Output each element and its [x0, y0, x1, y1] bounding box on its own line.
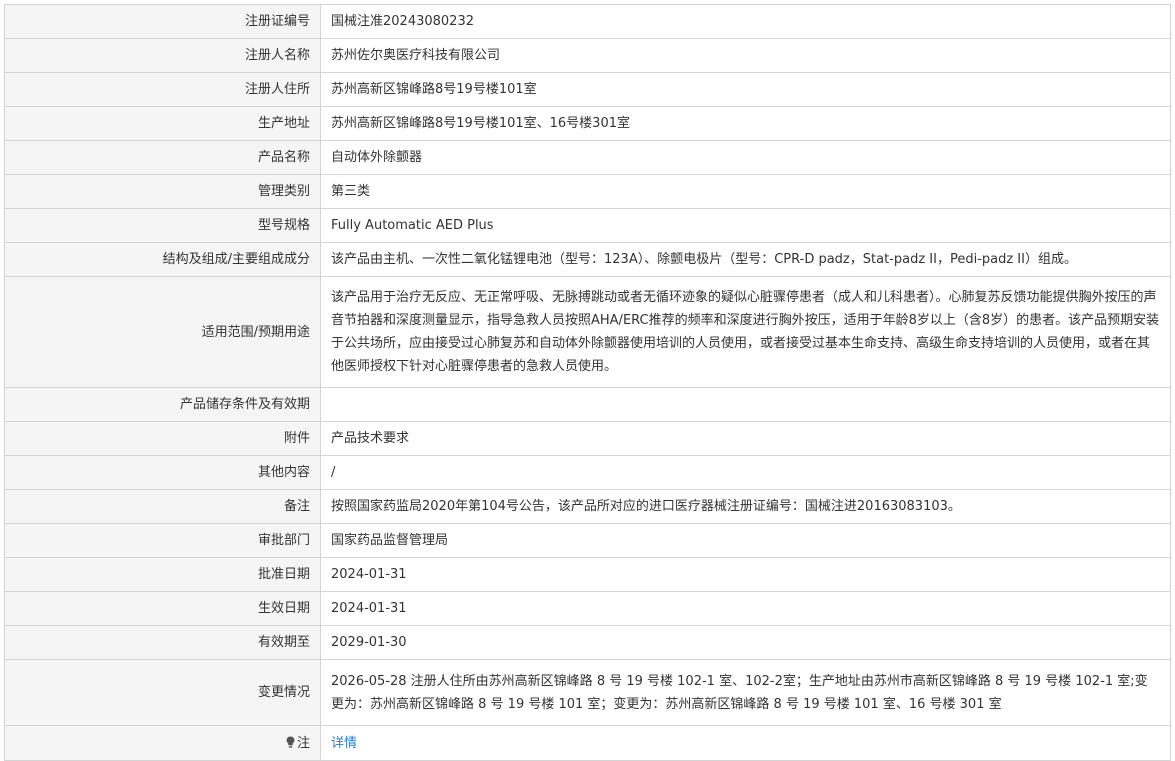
- row-value: 该产品用于治疗无反应、无正常呼吸、无脉搏跳动或者无循环迹象的疑似心脏骤停患者（成…: [320, 276, 1171, 388]
- table-row: 结构及组成/主要组成成分 该产品由主机、一次性二氧化锰锂电池（型号：123A）、…: [4, 242, 1171, 277]
- row-value: 2026-05-28 注册人住所由苏州高新区锦峰路 8 号 19 号楼 102-…: [320, 659, 1171, 726]
- lightbulb-icon: [286, 736, 295, 748]
- table-row: 变更情况 2026-05-28 注册人住所由苏州高新区锦峰路 8 号 19 号楼…: [4, 659, 1171, 726]
- row-label: 变更情况: [4, 659, 321, 726]
- table-row: 生产地址 苏州高新区锦峰路8号19号楼101室、16号楼301室: [4, 106, 1171, 141]
- table-row: 注册人名称 苏州佐尔奥医疗科技有限公司: [4, 38, 1171, 73]
- row-label: 适用范围/预期用途: [4, 276, 321, 388]
- details-link[interactable]: 详情: [331, 736, 357, 751]
- note-label-cell: 注: [4, 725, 321, 761]
- row-value: [320, 387, 1171, 422]
- registration-detail-table: 注册证编号 国械注准20243080232 注册人名称 苏州佐尔奥医疗科技有限公…: [4, 4, 1171, 761]
- row-label: 产品储存条件及有效期: [4, 387, 321, 422]
- row-label: 结构及组成/主要组成成分: [4, 242, 321, 277]
- table-row: 注册人住所 苏州高新区锦峰路8号19号楼101室: [4, 72, 1171, 107]
- row-label: 产品名称: [4, 140, 321, 175]
- table-row: 批准日期 2024-01-31: [4, 557, 1171, 592]
- row-label: 注册人名称: [4, 38, 321, 73]
- table-row: 产品储存条件及有效期: [4, 387, 1171, 422]
- row-value: Fully Automatic AED Plus: [320, 208, 1171, 243]
- note-row: 注 详情: [4, 725, 1171, 761]
- table-row: 审批部门 国家药品监督管理局: [4, 523, 1171, 558]
- row-value: 2029-01-30: [320, 625, 1171, 660]
- table-row: 其他内容 /: [4, 455, 1171, 490]
- row-label: 备注: [4, 489, 321, 524]
- table-row: 产品名称 自动体外除颤器: [4, 140, 1171, 175]
- row-label: 其他内容: [4, 455, 321, 490]
- row-label: 审批部门: [4, 523, 321, 558]
- row-value: 苏州高新区锦峰路8号19号楼101室、16号楼301室: [320, 106, 1171, 141]
- row-value: 第三类: [320, 174, 1171, 209]
- row-value: 按照国家药监局2020年第104号公告，该产品所对应的进口医疗器械注册证编号：国…: [320, 489, 1171, 524]
- table-row: 注册证编号 国械注准20243080232: [4, 4, 1171, 39]
- table-row: 附件 产品技术要求: [4, 421, 1171, 456]
- table-row: 备注 按照国家药监局2020年第104号公告，该产品所对应的进口医疗器械注册证编…: [4, 489, 1171, 524]
- row-label: 注册人住所: [4, 72, 321, 107]
- table-row: 生效日期 2024-01-31: [4, 591, 1171, 626]
- table-row: 适用范围/预期用途 该产品用于治疗无反应、无正常呼吸、无脉搏跳动或者无循环迹象的…: [4, 276, 1171, 388]
- table-row: 型号规格 Fully Automatic AED Plus: [4, 208, 1171, 243]
- row-label: 生效日期: [4, 591, 321, 626]
- row-value: 2024-01-31: [320, 591, 1171, 626]
- row-value: /: [320, 455, 1171, 490]
- table-row: 有效期至 2029-01-30: [4, 625, 1171, 660]
- row-label: 批准日期: [4, 557, 321, 592]
- note-value-cell: 详情: [320, 725, 1171, 761]
- row-value: 国家药品监督管理局: [320, 523, 1171, 558]
- row-label: 管理类别: [4, 174, 321, 209]
- row-value: 自动体外除颤器: [320, 140, 1171, 175]
- row-value: 2024-01-31: [320, 557, 1171, 592]
- row-label: 注册证编号: [4, 4, 321, 39]
- row-label: 有效期至: [4, 625, 321, 660]
- row-value: 产品技术要求: [320, 421, 1171, 456]
- note-label: 注: [296, 735, 310, 751]
- row-label: 附件: [4, 421, 321, 456]
- row-value: 苏州佐尔奥医疗科技有限公司: [320, 38, 1171, 73]
- row-label: 型号规格: [4, 208, 321, 243]
- row-value: 该产品由主机、一次性二氧化锰锂电池（型号：123A）、除颤电极片（型号：CPR-…: [320, 242, 1171, 277]
- row-value: 苏州高新区锦峰路8号19号楼101室: [320, 72, 1171, 107]
- table-row: 管理类别 第三类: [4, 174, 1171, 209]
- row-label: 生产地址: [4, 106, 321, 141]
- row-value: 国械注准20243080232: [320, 4, 1171, 39]
